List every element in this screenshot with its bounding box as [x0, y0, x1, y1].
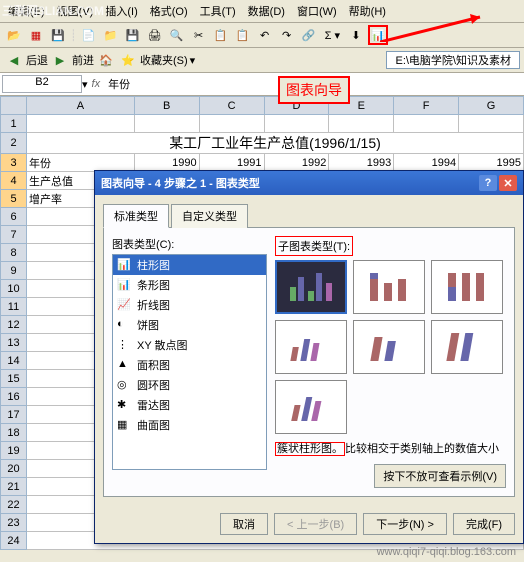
- preview-sample-button[interactable]: 按下不放可查看示例(V): [374, 464, 506, 488]
- menu-format[interactable]: 格式(O): [146, 2, 192, 20]
- address-bar[interactable]: E:\电脑学院\知识及素材: [386, 51, 520, 69]
- subtype-label: 子图表类型(T):: [275, 236, 353, 256]
- menu-insert[interactable]: 插入(I): [101, 2, 141, 20]
- dialog-buttons: 取消 < 上一步(B) 下一步(N) > 完成(F): [95, 505, 523, 543]
- new-icon[interactable]: 📄: [79, 25, 99, 45]
- type-doughnut[interactable]: ◎圆环图: [113, 375, 266, 395]
- dialog-titlebar[interactable]: 图表向导 - 4 步骤之 1 - 图表类型 ? ✕: [95, 171, 523, 195]
- subtype-3[interactable]: [431, 260, 503, 314]
- menu-help[interactable]: 帮助(H): [345, 2, 390, 20]
- subtype-description: 簇状柱形图。比较相交于类别轴上的数值大小: [275, 440, 506, 456]
- toolbar-2: ◀ 后退 ▶ 前进 🏠 ⭐ 收藏夹(S) ▾ E:\电脑学院\知识及素材: [0, 48, 524, 73]
- dialog-title: 图表向导 - 4 步骤之 1 - 图表类型: [101, 175, 260, 191]
- type-bar[interactable]: 📊条形图: [113, 275, 266, 295]
- help-button[interactable]: ?: [479, 175, 497, 191]
- type-pie[interactable]: ◐饼图: [113, 315, 266, 335]
- preview-icon[interactable]: 🔍: [167, 25, 187, 45]
- pdf-icon[interactable]: ▦: [26, 25, 46, 45]
- menu-tools[interactable]: 工具(T): [196, 2, 240, 20]
- save-icon[interactable]: 💾: [48, 25, 68, 45]
- sum-icon[interactable]: Σ ▾: [321, 29, 344, 42]
- undo-icon[interactable]: ↶: [255, 25, 275, 45]
- tab-standard[interactable]: 标准类型: [103, 204, 169, 228]
- row-4[interactable]: 4: [1, 172, 27, 190]
- chart-type-list[interactable]: 📊柱形图 📊条形图 📈折线图 ◐饼图 ⋮XY 散点图 ▲面积图 ◎圆环图 ✱雷达…: [112, 254, 267, 470]
- row-2[interactable]: 2: [1, 133, 27, 154]
- star-icon[interactable]: ⭐: [118, 50, 138, 70]
- cancel-button[interactable]: 取消: [220, 513, 268, 535]
- fx-icon[interactable]: fx: [88, 78, 105, 90]
- cell-C3[interactable]: 1991: [199, 154, 264, 172]
- subtype-6[interactable]: [431, 320, 503, 374]
- cell-B3[interactable]: 1990: [134, 154, 199, 172]
- disk-icon[interactable]: 💾: [123, 25, 143, 45]
- title-cell[interactable]: 某工厂工业年生产总值(1996/1/15): [27, 133, 524, 154]
- chart-wizard-callout: 图表向导: [278, 76, 350, 104]
- dialog-tabs: 标准类型 自定义类型: [103, 203, 515, 228]
- col-C[interactable]: C: [199, 97, 264, 115]
- formula-bar: B2 ▾ fx 年份: [0, 73, 524, 96]
- subtype-7[interactable]: [275, 380, 347, 434]
- link-icon[interactable]: 🔗: [299, 25, 319, 45]
- paste-icon[interactable]: 📋: [233, 25, 253, 45]
- row-3[interactable]: 3: [1, 154, 27, 172]
- forward-icon[interactable]: ▶: [50, 50, 70, 70]
- subtype-2[interactable]: [353, 260, 425, 314]
- cell-E3[interactable]: 1993: [329, 154, 394, 172]
- nav-back[interactable]: 后退: [26, 52, 48, 68]
- nav-forward[interactable]: 前进: [72, 52, 94, 68]
- next-button[interactable]: 下一步(N) >: [363, 513, 447, 535]
- subtype-1[interactable]: [275, 260, 347, 314]
- type-xy[interactable]: ⋮XY 散点图: [113, 335, 266, 355]
- back-icon[interactable]: ◀: [4, 50, 24, 70]
- close-button[interactable]: ✕: [499, 175, 517, 191]
- toolbar-1: 📂 ▦ 💾 ┊ 📄 📁 💾 🖨 🔍 ✂ 📋 📋 ↶ ↷ 🔗 Σ ▾ ⬇ 📊: [0, 23, 524, 48]
- subtype-4[interactable]: [275, 320, 347, 374]
- type-line[interactable]: 📈折线图: [113, 295, 266, 315]
- type-area[interactable]: ▲面积图: [113, 355, 266, 375]
- menu-window[interactable]: 窗口(W): [293, 2, 341, 20]
- type-radar[interactable]: ✱雷达图: [113, 395, 266, 415]
- redo-icon[interactable]: ↷: [277, 25, 297, 45]
- tab-custom[interactable]: 自定义类型: [171, 204, 248, 228]
- finish-button[interactable]: 完成(F): [453, 513, 515, 535]
- col-A[interactable]: A: [27, 97, 135, 115]
- chart-wizard-button[interactable]: 📊: [368, 25, 388, 45]
- copy-icon[interactable]: 📋: [211, 25, 231, 45]
- chart-wizard-dialog: 图表向导 - 4 步骤之 1 - 图表类型 ? ✕ 标准类型 自定义类型 图表类…: [94, 170, 524, 544]
- col-F[interactable]: F: [394, 97, 459, 115]
- col-G[interactable]: G: [459, 97, 524, 115]
- print-icon[interactable]: 🖨: [145, 25, 165, 45]
- col-B[interactable]: B: [134, 97, 199, 115]
- blog-watermark: www.qiqi7-qiqi.blog.163.com: [377, 546, 516, 558]
- type-surface[interactable]: ▦曲面图: [113, 415, 266, 435]
- row-5[interactable]: 5: [1, 190, 27, 208]
- menu-data[interactable]: 数据(D): [244, 2, 289, 20]
- nav-fav[interactable]: 收藏夹(S): [140, 52, 188, 68]
- back-button[interactable]: < 上一步(B): [274, 513, 357, 535]
- name-box[interactable]: B2: [2, 75, 82, 93]
- type-column[interactable]: 📊柱形图: [113, 255, 266, 275]
- home-icon[interactable]: 🏠: [96, 50, 116, 70]
- sort-icon[interactable]: ⬇: [346, 25, 366, 45]
- cell-F3[interactable]: 1994: [394, 154, 459, 172]
- cell-A3[interactable]: 年份: [27, 154, 135, 172]
- cell-G3[interactable]: 1995: [459, 154, 524, 172]
- cut-icon[interactable]: ✂: [189, 25, 209, 45]
- subtype-grid: [275, 260, 506, 434]
- row-1[interactable]: 1: [1, 115, 27, 133]
- cell-D3[interactable]: 1992: [264, 154, 329, 172]
- folder-icon[interactable]: 📁: [101, 25, 121, 45]
- chart-type-label: 图表类型(C):: [112, 236, 267, 252]
- subtype-5[interactable]: [353, 320, 425, 374]
- open-icon[interactable]: 📂: [4, 25, 24, 45]
- watermark: 三联网3LIAN.COM: [2, 2, 104, 19]
